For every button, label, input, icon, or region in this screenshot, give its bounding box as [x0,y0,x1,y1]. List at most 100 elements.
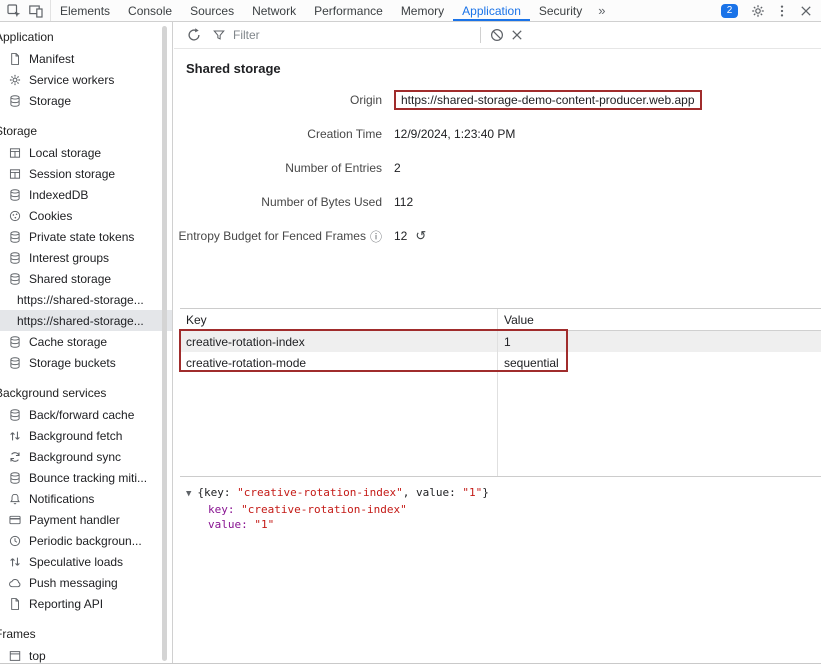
item-label: Reporting API [29,597,103,611]
sidebar-item-manifest[interactable]: Manifest [0,48,172,69]
field-label: Number of Bytes Used [174,195,382,209]
expander-triangle-icon[interactable]: ▼ [186,489,191,499]
row-value: 1 [497,335,821,349]
property-name: value: [208,518,254,531]
preview-string: "creative-rotation-index" [237,486,403,499]
sidebar-item-reporting-api[interactable]: Reporting API [0,593,172,614]
item-label: Periodic backgroun... [29,534,142,548]
reset-budget-icon[interactable]: ↺ [415,228,426,244]
sidebar-item-local-storage[interactable]: Local storage [0,142,172,163]
item-label: Manifest [29,52,74,66]
item-label: Notifications [29,492,94,506]
up-down-arrows-icon [8,429,22,443]
preview-string: "1" [462,486,482,499]
sidebar-item-top-frame[interactable]: top [0,645,172,663]
sidebar-item-indexeddb[interactable]: IndexedDB [0,184,172,205]
section-title: Storage [0,121,172,142]
database-icon [8,251,22,265]
toolbar-divider [480,27,481,43]
inspect-element-icon[interactable] [3,0,25,21]
tab-elements[interactable]: Elements [51,0,119,21]
database-icon [8,335,22,349]
device-toolbar-icon[interactable] [25,0,47,21]
sidebar-item-shared-storage[interactable]: Shared storage [0,268,172,289]
sidebar-item-bounce-tracking[interactable]: Bounce tracking miti... [0,467,172,488]
tab-network[interactable]: Network [243,0,305,21]
tabbar-right-tools: 2 [721,0,821,21]
sidebar-item-private-state-tokens[interactable]: Private state tokens [0,226,172,247]
settings-gear-icon[interactable] [747,0,769,21]
sidebar-item-shared-storage-origin-1[interactable]: https://shared-storage... [0,289,172,310]
issues-count-badge[interactable]: 2 [721,4,738,18]
filter-input[interactable] [231,27,463,43]
row-key: creative-rotation-mode [180,356,497,370]
sidebar-item-storage-buckets[interactable]: Storage buckets [0,352,172,373]
item-label: Storage [29,94,71,108]
item-label: Service workers [29,73,114,87]
item-label: Cookies [29,209,72,223]
column-header-key[interactable]: Key [180,313,497,327]
property-value: "1" [254,518,274,531]
item-label: Shared storage [29,272,111,286]
bytes-value: 112 [394,195,413,209]
property-name: key: [208,503,241,516]
sidebar-item-back-forward-cache[interactable]: Back/forward cache [0,404,172,425]
kebab-menu-icon[interactable] [771,0,793,21]
tab-memory[interactable]: Memory [392,0,453,21]
delete-all-icon[interactable] [487,25,507,45]
creation-time-value: 12/9/2024, 1:23:40 PM [394,127,515,141]
close-devtools-icon[interactable] [795,0,817,21]
item-label: https://shared-storage... [17,314,144,328]
delete-selected-icon[interactable] [507,25,527,45]
sidebar-item-speculative-loads[interactable]: Speculative loads [0,551,172,572]
tab-application[interactable]: Application [453,0,530,21]
table-row[interactable]: creative-rotation-mode sequential [180,352,821,373]
page-title: Shared storage [186,61,821,76]
table-row[interactable]: creative-rotation-index 1 [180,331,821,352]
sidebar-item-shared-storage-origin-2[interactable]: https://shared-storage... [0,310,172,331]
item-label: Private state tokens [29,230,134,244]
sidebar-item-periodic-background-sync[interactable]: Periodic backgroun... [0,530,172,551]
section-title: Background services [0,383,172,404]
cookie-icon [8,209,22,223]
sidebar-item-background-sync[interactable]: Background sync [0,446,172,467]
field-bytes-used: Number of Bytes Used 112 [174,192,821,212]
sidebar-item-session-storage[interactable]: Session storage [0,163,172,184]
item-label: Storage buckets [29,356,116,370]
sidebar-item-payment-handler[interactable]: Payment handler [0,509,172,530]
sidebar-item-service-workers[interactable]: Service workers [0,69,172,90]
sidebar-item-interest-groups[interactable]: Interest groups [0,247,172,268]
panel-content: Shared storage Origin https://shared-sto… [174,49,821,663]
more-tabs-chevron-icon[interactable]: » [591,0,612,21]
sidebar-item-cache-storage[interactable]: Cache storage [0,331,172,352]
metadata-report: Origin https://shared-storage-demo-conte… [174,90,821,260]
application-sidebar: Application Manifest Service workers Sto… [0,22,173,663]
tab-console[interactable]: Console [119,0,181,21]
sidebar-item-cookies[interactable]: Cookies [0,205,172,226]
column-header-value[interactable]: Value [497,313,821,327]
sidebar-item-storage[interactable]: Storage [0,90,172,111]
tab-sources[interactable]: Sources [181,0,243,21]
frame-icon [8,649,22,663]
field-label: Origin [174,93,382,107]
refresh-icon[interactable] [184,25,204,45]
sidebar-item-background-fetch[interactable]: Background fetch [0,425,172,446]
field-label: Entropy Budget for Fenced Framesⓘ [174,228,382,245]
info-icon[interactable]: ⓘ [370,228,382,245]
column-divider[interactable] [497,309,498,476]
tab-security[interactable]: Security [530,0,591,21]
sidebar-item-push-messaging[interactable]: Push messaging [0,572,172,593]
sidebar-item-notifications[interactable]: Notifications [0,488,172,509]
sidebar-scrollbar[interactable] [162,26,167,661]
table-icon [8,167,22,181]
clock-icon [8,534,22,548]
service-worker-gear-icon [8,73,22,87]
item-label: Bounce tracking miti... [29,471,147,485]
field-label: Number of Entries [174,161,382,175]
row-value: sequential [497,356,821,370]
tab-performance[interactable]: Performance [305,0,392,21]
item-label: Back/forward cache [29,408,134,422]
preview-summary-line: ▼{key: "creative-rotation-index", value:… [186,485,821,502]
database-icon [8,356,22,370]
preview-text: , value: [403,486,463,499]
